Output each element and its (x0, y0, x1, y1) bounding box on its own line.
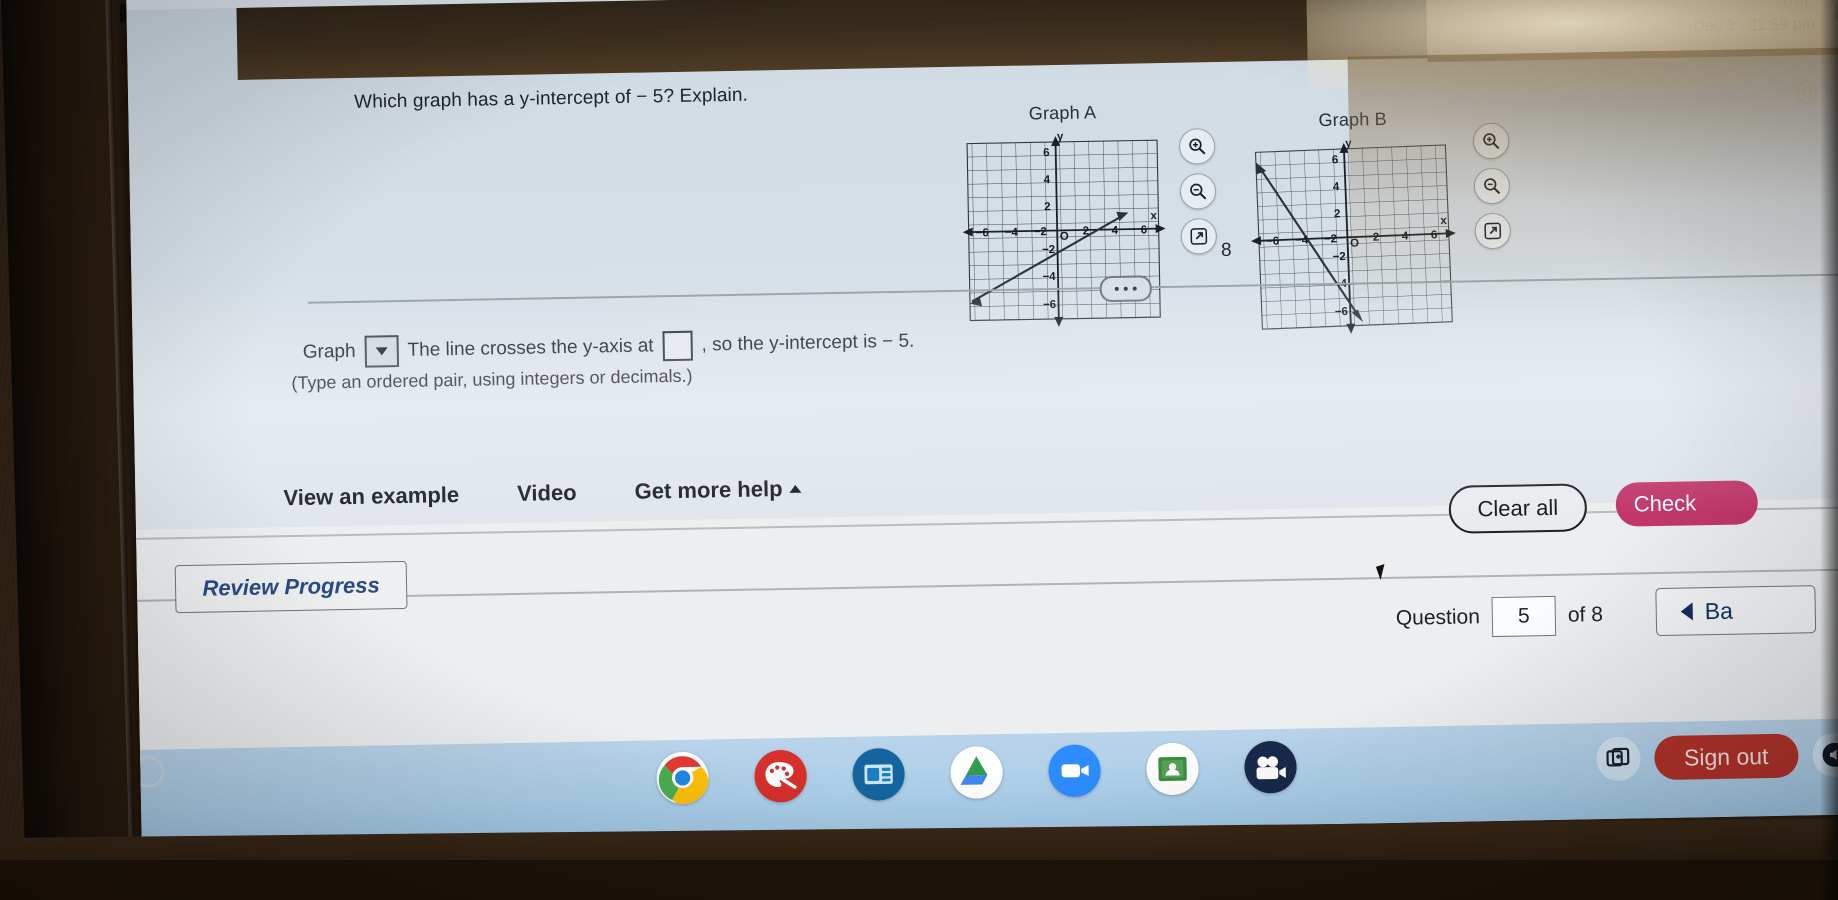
graph-choice-dropdown[interactable] (364, 335, 399, 368)
graph-b-block: Graph B −6 −4 −2 2 4 6 6 4 2 −2 −6 O y x (1247, 108, 1463, 337)
question-number-input[interactable]: 5 (1491, 595, 1557, 638)
graph-b-tools (1472, 122, 1512, 259)
svg-text:y: y (1057, 131, 1064, 143)
screencast-icon[interactable] (1244, 740, 1298, 794)
svg-text:2: 2 (1334, 208, 1341, 220)
answer-prefix-label: Graph (302, 340, 356, 363)
sign-out-button[interactable]: Sign out (1653, 733, 1799, 781)
dot (1123, 286, 1128, 291)
question-label: Question (1395, 605, 1481, 630)
svg-text:2: 2 (1373, 232, 1380, 244)
zoom-in-icon[interactable] (1472, 122, 1510, 160)
google-drive-icon[interactable] (950, 746, 1004, 800)
svg-text:O: O (1060, 231, 1069, 243)
svg-text:−6: −6 (976, 227, 989, 239)
dot (1114, 286, 1119, 291)
svg-text:6: 6 (1043, 147, 1050, 159)
graph-a-title: Graph A (1028, 102, 1097, 124)
right-edge-shadow (1820, 0, 1838, 900)
svg-text:6: 6 (1332, 154, 1339, 166)
question-total-label: of 8 (1567, 603, 1604, 627)
svg-text:−4: −4 (1042, 271, 1056, 283)
caret-up-icon (789, 484, 802, 493)
slides-icon[interactable] (852, 747, 906, 801)
expand-icon[interactable] (1180, 218, 1218, 255)
graph-a-outside-label: 8 (1220, 239, 1232, 261)
help-links: View an example Video Get more help (283, 476, 802, 511)
question-counter: Question 5 of 8 (1395, 595, 1603, 639)
svg-text:−6: −6 (1043, 299, 1056, 311)
zoom-out-icon[interactable] (1473, 167, 1511, 205)
svg-text:x: x (1440, 215, 1447, 227)
svg-text:−6: −6 (1335, 306, 1349, 319)
svg-text:2: 2 (1044, 201, 1051, 213)
review-progress-button[interactable]: Review Progress (174, 560, 408, 614)
svg-text:−2: −2 (1324, 233, 1338, 246)
answer-hint: (Type an ordered pair, using integers or… (291, 365, 693, 394)
svg-text:6: 6 (1141, 224, 1148, 236)
zoom-icon[interactable] (1048, 744, 1102, 798)
zoom-in-icon[interactable] (1178, 128, 1216, 165)
graph-b-title: Graph B (1318, 108, 1388, 131)
expand-icon[interactable] (1474, 212, 1512, 250)
svg-text:O: O (1350, 237, 1359, 249)
mathxl-page: DUE Dec 3 - 11:59 pm i Which graph has a… (126, 0, 1838, 776)
check-button[interactable]: Check (1615, 480, 1759, 527)
svg-text:−4: −4 (1295, 234, 1309, 247)
svg-text:−6: −6 (1266, 236, 1280, 249)
caret-left-icon (1680, 602, 1693, 621)
dot (1132, 286, 1137, 291)
window-overview-icon[interactable] (1595, 736, 1641, 782)
chevron-down-icon (375, 347, 388, 356)
answer-row: Graph The line crosses the y-axis at , s… (302, 326, 915, 369)
view-an-example-link[interactable]: View an example (283, 482, 459, 511)
svg-text:4: 4 (1402, 230, 1409, 242)
svg-text:x: x (1150, 210, 1157, 222)
google-classroom-icon[interactable] (1146, 742, 1200, 796)
svg-text:−2: −2 (1332, 251, 1346, 264)
back-button[interactable]: Ba (1655, 585, 1817, 637)
svg-text:−2: −2 (1034, 226, 1047, 238)
svg-text:4: 4 (1044, 174, 1051, 186)
get-more-help-link[interactable]: Get more help (634, 476, 802, 505)
graphs-area: Graph A −6 −4 −2 2 4 6 6 4 2 −2 −4 −6 O … (956, 88, 1838, 369)
question-prompt: Which graph has a y-intercept of − 5? Ex… (354, 84, 749, 113)
clear-all-button[interactable]: Clear all (1448, 483, 1588, 534)
zoom-out-icon[interactable] (1179, 173, 1217, 210)
shelf-app-icons (656, 740, 1298, 805)
paint-icon[interactable] (754, 749, 808, 803)
desk-foreground-shadow (0, 860, 1838, 900)
shelf-status-tray: Sign out (1595, 732, 1838, 782)
video-link[interactable]: Video (517, 480, 577, 507)
chrome-icon[interactable] (656, 751, 710, 805)
screen-glare-warm-band (1426, 0, 1838, 63)
svg-text:−2: −2 (1042, 244, 1055, 256)
svg-text:6: 6 (1431, 229, 1438, 241)
chromebook-screen: MathXL for School: Additional Practice D… (126, 0, 1838, 846)
graph-b-plot[interactable]: −6 −4 −2 2 4 6 6 4 2 −2 −6 O y x (1245, 130, 1465, 338)
graph-a-tools (1178, 128, 1218, 264)
svg-text:−4: −4 (1005, 227, 1019, 239)
collapse-toggle[interactable] (1099, 275, 1152, 303)
svg-text:2: 2 (1083, 225, 1090, 237)
svg-text:y: y (1345, 138, 1352, 150)
back-button-label: Ba (1704, 597, 1734, 624)
svg-text:4: 4 (1333, 181, 1340, 193)
ordered-pair-input[interactable] (662, 330, 693, 362)
svg-text:4: 4 (1112, 225, 1119, 237)
page-content: DUE Dec 3 - 11:59 pm i Which graph has a… (136, 0, 1838, 748)
answer-middle-text: The line crosses the y-axis at (407, 335, 654, 361)
photograph-of-chromebook-screen: MathXL for School: Additional Practice D… (0, 0, 1838, 900)
answer-suffix-text: , so the y-intercept is − 5. (701, 330, 915, 356)
